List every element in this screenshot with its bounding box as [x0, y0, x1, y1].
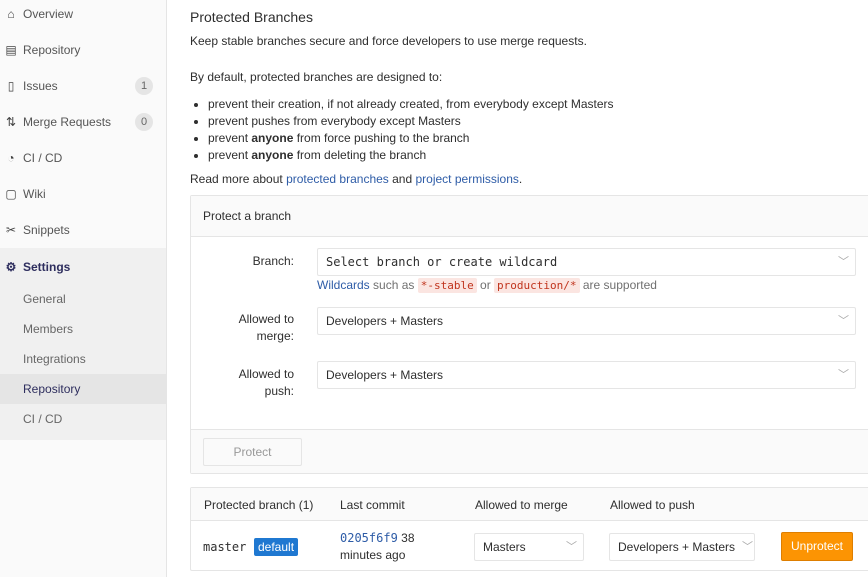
wildcards-link[interactable]: Wildcards [317, 278, 370, 292]
protect-button[interactable]: Protect [203, 438, 302, 466]
branch-select[interactable]: Select branch or create wildcard ﹀ [317, 248, 856, 276]
chevron-down-icon: ﹀ [566, 541, 577, 553]
text: from deleting the branch [293, 148, 427, 162]
sidebar-sub-members[interactable]: Members [0, 314, 166, 344]
doc-icon: ▤ [5, 43, 17, 57]
default-badge: default [254, 538, 299, 556]
rule-item: prevent their creation, if not already c… [208, 96, 614, 113]
value: Developers + Masters [618, 540, 736, 554]
code: production/* [494, 278, 580, 293]
label: Merge Requests [23, 115, 112, 129]
label: Issues [23, 79, 58, 93]
gear-icon: ⚙ [5, 260, 17, 274]
label: Settings [23, 260, 71, 274]
allowed-to-push-select[interactable]: Developers + Masters ﹀ [317, 361, 856, 389]
text: prevent their creation, if not already c… [208, 97, 614, 111]
time: minutes ago [340, 548, 406, 562]
text: prevent [208, 148, 252, 162]
scissors-icon: ✂ [5, 223, 17, 237]
sidebar-sub-integrations[interactable]: Integrations [0, 344, 166, 374]
col-header: Protected branch (1) [204, 498, 314, 512]
text: such as [369, 278, 418, 292]
sidebar-item-wiki[interactable]: ▢ Wiki [0, 176, 166, 212]
row-push-select[interactable]: Developers + Masters ﹀ [609, 533, 755, 561]
value: Developers + Masters [326, 314, 444, 328]
value: Masters [483, 540, 526, 554]
placeholder: Select branch or create wildcard [326, 255, 558, 269]
label: Wiki [23, 187, 46, 201]
sidebar-sub-repository[interactable]: Repository [0, 374, 166, 404]
sidebar-sub-general[interactable]: General [0, 284, 166, 314]
bold: anyone [251, 131, 294, 145]
sidebar-item-snippets[interactable]: ✂ Snippets [0, 212, 166, 248]
time: 38 [401, 531, 415, 545]
issues-icon: ▯ [7, 79, 15, 93]
col-header: Allowed to merge [475, 498, 568, 512]
panel-footer: Protect [191, 429, 868, 473]
col-header: Last commit [340, 498, 405, 512]
protected-branches-table: Protected branch (1) Last commit Allowed… [190, 487, 868, 571]
read-more: Read more about protected branches and p… [190, 172, 522, 186]
sidebar-sub-ci-cd[interactable]: CI / CD [0, 404, 166, 434]
chevron-down-icon: ﹀ [838, 369, 849, 381]
protect-branch-panel: Protect a branch Branch: Select branch o… [190, 195, 868, 474]
intro-text: By default, protected branches are desig… [190, 70, 443, 84]
text: from force pushing to the branch [293, 131, 470, 145]
text: prevent [208, 131, 252, 145]
label: Snippets [23, 223, 70, 237]
row-merge-select[interactable]: Masters ﹀ [474, 533, 584, 561]
table-row: master default 0205f6f9 38 minutes ago M… [191, 521, 868, 571]
rules-list: prevent their creation, if not already c… [206, 96, 614, 164]
col-header: Allowed to push [610, 498, 695, 512]
text: Read more about [190, 172, 287, 186]
chevron-down-icon: ﹀ [838, 255, 849, 268]
mr-count: 0 [135, 113, 153, 131]
panel-header: Protect a branch [191, 196, 868, 237]
page-title: Protected Branches [190, 9, 313, 25]
merge-label: Allowed to merge: [238, 312, 294, 343]
code: *-stable [417, 278, 477, 293]
page-description: Keep stable branches secure and force de… [190, 34, 587, 48]
text: are supported [579, 278, 657, 292]
project-permissions-link[interactable]: project permissions [416, 172, 519, 186]
rule-item: prevent anyone from deleting the branch [208, 147, 614, 164]
protected-branches-link[interactable]: protected branches [286, 172, 389, 186]
sidebar-item-merge-requests[interactable]: ⇅ Merge Requests 0 [0, 104, 166, 140]
branch-label: Branch: [252, 254, 294, 268]
wildcard-hint: Wildcards such as *-stable or production… [317, 278, 657, 293]
text: prevent pushes from everybody except Mas… [208, 114, 461, 128]
label: Overview [23, 7, 74, 21]
issues-count: 1 [135, 77, 153, 95]
sidebar-item-overview[interactable]: ⌂ Overview [0, 0, 166, 32]
label: Repository [23, 43, 81, 57]
sidebar-item-issues[interactable]: ▯ Issues 1 [0, 68, 166, 104]
text: or [476, 278, 495, 292]
table-header: Protected branch (1) Last commit Allowed… [191, 488, 868, 521]
rule-item: prevent pushes from everybody except Mas… [208, 113, 614, 130]
book-icon: ▢ [5, 187, 17, 201]
sidebar-item-settings[interactable]: ⚙ Settings [0, 249, 166, 285]
sidebar-item-ci-cd[interactable]: ◔ CI / CD [0, 140, 166, 176]
sidebar: ⌂ Overview ▤ Repository ▯ Issues 1 ⇅ Merge Re… [0, 0, 167, 577]
sidebar-item-repository[interactable]: ▤ Repository [0, 32, 166, 68]
push-label: Allowed to push: [238, 367, 294, 398]
allowed-to-merge-select[interactable]: Developers + Masters ﹀ [317, 307, 856, 335]
text: . [518, 172, 523, 186]
branch-name: master [203, 540, 247, 554]
rule-item: prevent anyone from force pushing to the… [208, 130, 614, 147]
commit-link[interactable]: 0205f6f9 [340, 531, 398, 545]
home-icon: ⌂ [7, 7, 15, 21]
pipeline-icon: ◔ [7, 151, 15, 165]
value: Developers + Masters [326, 368, 444, 382]
chevron-down-icon: ﹀ [838, 315, 849, 327]
label: CI / CD [23, 151, 63, 165]
text: and [388, 172, 416, 186]
chevron-down-icon: ﹀ [742, 541, 753, 553]
bold: anyone [251, 148, 294, 162]
merge-icon: ⇅ [5, 115, 17, 129]
unprotect-button[interactable]: Unprotect [781, 532, 853, 561]
